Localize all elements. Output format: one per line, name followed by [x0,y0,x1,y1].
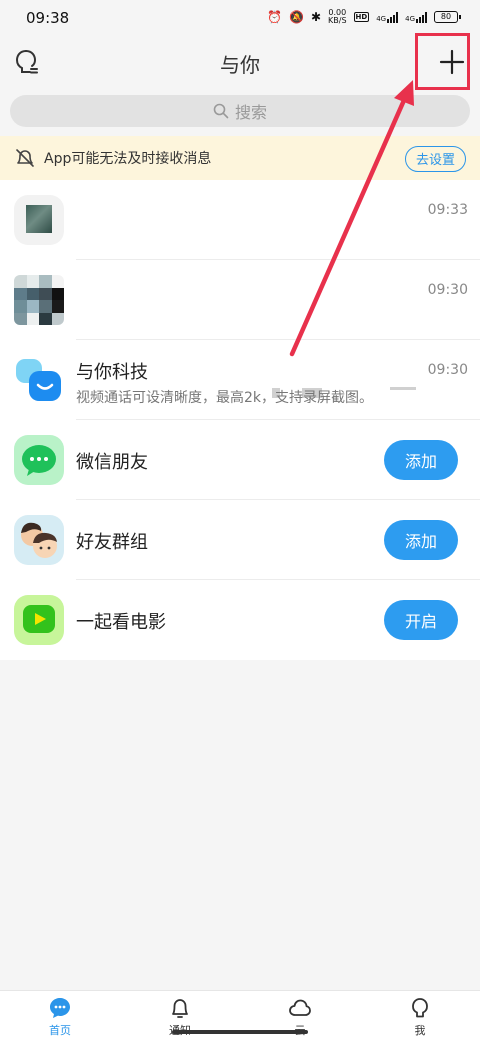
annotation-highlight-box [415,33,470,90]
bluetooth-icon: ✱ [310,10,322,24]
signal-1: 4G [376,11,399,23]
signal-2-label: 4G [405,14,415,23]
signal-1-label: 4G [376,14,387,23]
notice-text: App可能无法及时接收消息 [44,151,212,167]
list-item[interactable]: 一起看电影 开启 [0,580,480,660]
mute-icon: 🔕 [289,10,304,24]
avatar [14,275,64,325]
battery-icon: 80 [434,11,461,23]
wechat-friends-avatar [14,435,64,485]
avatar [14,195,64,245]
item-subtitle: 视频通话可设清晰度，最高2k，支持录屏截图。 [76,390,374,406]
wechat-icon [22,445,56,476]
notification-off-icon [16,149,34,167]
item-time: 09:30 [427,282,468,298]
item-name: 微信朋友 [76,452,148,473]
signal-bars-icon [416,11,427,23]
item-time: 09:33 [427,202,468,218]
item-name: 好友群组 [76,532,148,553]
yuni-tech-avatar [14,355,64,405]
tab-home[interactable]: 首页 [0,991,120,1040]
tab-label: 首页 [49,1024,71,1037]
list-item[interactable]: 微信朋友 添加 [0,420,480,500]
net-speed-unit: KB/S [328,16,347,25]
item-name: 一起看电影 [76,612,166,633]
friend-groups-avatar [14,515,64,565]
net-speed: 0.00 KB/S [328,9,347,25]
signal-2: 4G [405,11,427,23]
go-settings-button[interactable]: 去设置 [404,146,466,172]
status-bar: 09:38 ⏰ 🔕 ✱ 0.00 KB/S HD 4G 4G 80 [0,0,480,36]
home-indicator [172,1030,308,1034]
add-friend-groups-button[interactable]: 添加 [384,520,458,560]
enable-watch-movie-button[interactable]: 开启 [384,600,458,640]
signal-bars-icon [387,11,399,23]
item-name: 与你科技 [76,362,148,383]
page-title: 与你 [220,53,260,77]
chat-bubble-icon [50,998,70,1018]
watch-movie-avatar [14,595,64,645]
status-time: 09:38 [26,9,70,27]
cloud-icon [289,999,311,1016]
list-item[interactable]: 与你科技 视频通话可设清晰度，最高2k，支持录屏截图。 09:30 [0,340,480,420]
notice-banner: App可能无法及时接收消息 去设置 [0,136,480,180]
search-bar[interactable]: 搜索 [10,95,470,127]
bell-icon [172,999,188,1018]
yuni-logo-icon [16,359,61,401]
play-icon [23,605,55,633]
search-placeholder: 搜索 [234,103,267,122]
list-item[interactable]: 好友群组 添加 [0,500,480,580]
list-item[interactable]: 09:30 [0,260,480,398]
app-header: 与你 [0,36,480,88]
tab-me[interactable]: 我 [360,991,480,1040]
search-icon [213,103,229,119]
add-wechat-friends-button[interactable]: 添加 [384,440,458,480]
profile-icon [412,998,428,1018]
conversation-list: 09:33 09:30 与你科技 视频通话可设清晰度，最高2k，支持录屏截图。 … [0,180,480,660]
tab-label: 我 [414,1024,426,1037]
status-icons: ⏰ 🔕 ✱ 0.00 KB/S HD 4G 4G 80 [267,9,461,25]
hd-badge: HD [353,12,370,22]
group-icon [21,522,57,558]
alarm-icon: ⏰ [267,10,283,24]
item-time: 09:30 [427,362,468,378]
list-item[interactable]: 09:33 [0,180,480,260]
